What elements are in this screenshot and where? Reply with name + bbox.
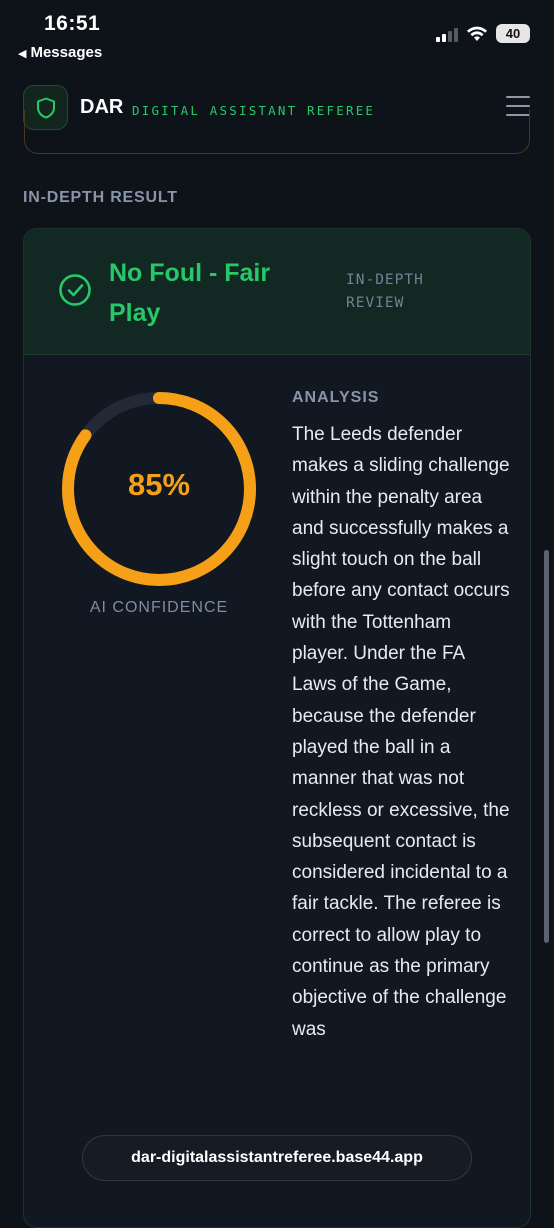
signal-icon [436,26,458,42]
analysis-title: ANALYSIS [292,389,380,406]
previous-card-edge [24,110,530,154]
back-arrow-icon: ◀ [18,48,27,60]
analysis-text: The Leeds defender makes a sliding chall… [292,424,510,1040]
status-bar: 16:51 ◀ Messages 40 [0,0,554,72]
url-text: dar-digitalassistantreferee.base44.app [131,1149,423,1166]
status-time: 16:51 [44,12,101,35]
section-label: IN-DEPTH RESULT [23,189,178,206]
confidence-value: 85% [127,467,191,502]
wifi-icon [467,26,487,41]
back-label: Messages [30,44,103,61]
result-header: No Foul - Fair Play IN-DEPTH REVIEW [24,229,530,355]
battery-icon: 40 [496,24,530,43]
verdict: No Foul - Fair Play [109,259,271,327]
check-circle-icon [59,274,91,306]
back-to-messages-link[interactable]: ◀ Messages [18,44,102,61]
url-bar[interactable]: dar-digitalassistantreferee.base44.app [82,1135,472,1181]
result-card: No Foul - Fair Play IN-DEPTH REVIEW 85% … [23,228,531,1228]
review-tag: IN-DEPTH REVIEW [346,272,424,311]
scrollbar[interactable] [544,550,549,943]
status-icons: 40 [436,24,530,43]
confidence-label: AI CONFIDENCE [89,599,229,616]
